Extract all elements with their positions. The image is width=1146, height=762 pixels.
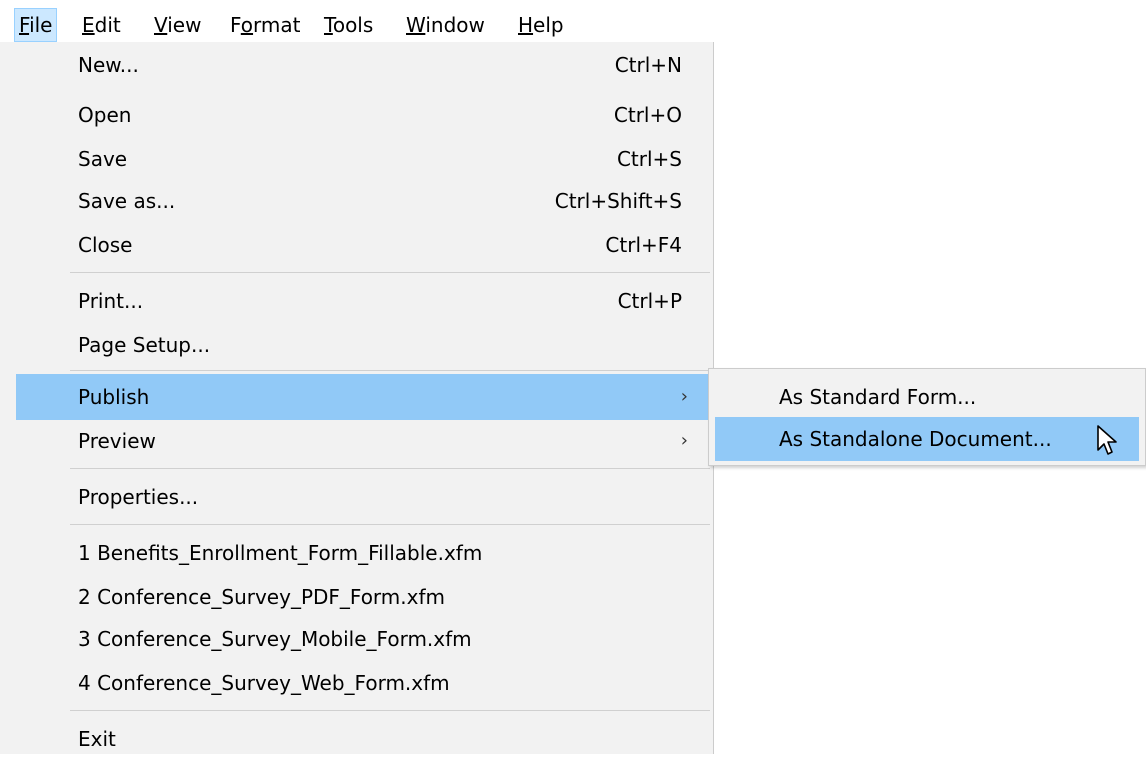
menu-item-label: New... — [78, 53, 139, 77]
menu-item-label: Print... — [78, 289, 144, 313]
menu-item-label: 1 Benefits_Enrollment_Form_Fillable.xfm — [78, 541, 483, 565]
menu-separator — [70, 524, 710, 525]
menu-item-label: Publish — [78, 385, 150, 409]
menu-item-shortcut: Ctrl+Shift+S — [554, 189, 682, 213]
submenu-item-standard-form[interactable]: As Standard Form... — [715, 375, 1139, 419]
menu-item-label: Properties... — [78, 485, 199, 509]
menu-item-print[interactable]: Print... Ctrl+P — [16, 278, 710, 324]
menu-item-label: 2 Conference_Survey_PDF_Form.xfm — [78, 585, 446, 609]
chevron-right-icon: › — [680, 430, 688, 451]
menu-item-open[interactable]: Open Ctrl+O — [16, 92, 710, 138]
recent-file-3[interactable]: 3 Conference_Survey_Mobile_Form.xfm — [16, 616, 710, 662]
menu-item-shortcut: Ctrl+F4 — [605, 233, 682, 257]
chevron-right-icon: › — [680, 386, 688, 407]
menu-item-preview[interactable]: Preview › — [16, 418, 710, 464]
menu-separator — [70, 370, 710, 371]
menu-item-label: Save as... — [78, 189, 176, 213]
mouse-pointer-icon — [1097, 425, 1117, 455]
menu-item-shortcut: Ctrl+N — [614, 53, 682, 77]
menu-item-label: As Standard Form... — [779, 385, 977, 409]
menu-item-save[interactable]: Save Ctrl+S — [16, 136, 710, 182]
menu-file[interactable]: File — [14, 8, 58, 42]
menu-item-label: Exit — [78, 727, 116, 751]
menu-item-label: Open — [78, 103, 132, 127]
menu-item-label: As Standalone Document... — [779, 427, 1052, 451]
menu-item-label: Page Setup... — [78, 333, 211, 357]
menu-view[interactable]: View — [150, 8, 205, 42]
menu-item-label: Close — [78, 233, 133, 257]
menu-item-new[interactable]: New... Ctrl+N — [16, 42, 710, 88]
menu-item-close[interactable]: Close Ctrl+F4 — [16, 222, 710, 268]
menu-item-page-setup[interactable]: Page Setup... — [16, 322, 710, 368]
menu-format[interactable]: Format — [226, 8, 305, 42]
menu-item-exit[interactable]: Exit — [16, 716, 710, 762]
recent-file-1[interactable]: 1 Benefits_Enrollment_Form_Fillable.xfm — [16, 530, 710, 576]
submenu-item-standalone-document[interactable]: As Standalone Document... — [715, 417, 1139, 461]
menu-item-shortcut: Ctrl+O — [613, 103, 682, 127]
menu-item-shortcut: Ctrl+P — [617, 289, 682, 313]
menu-item-label: 4 Conference_Survey_Web_Form.xfm — [78, 671, 450, 695]
recent-file-2[interactable]: 2 Conference_Survey_PDF_Form.xfm — [16, 574, 710, 620]
menu-tools[interactable]: Tools — [320, 8, 377, 42]
menu-separator — [70, 272, 710, 273]
file-menu-dropdown: New... Ctrl+N Open Ctrl+O Save Ctrl+S Sa… — [0, 42, 714, 754]
publish-submenu: As Standard Form... As Standalone Docume… — [708, 368, 1146, 466]
menu-help[interactable]: Help — [514, 8, 568, 42]
menu-item-publish[interactable]: Publish › — [16, 374, 710, 420]
menu-item-properties[interactable]: Properties... — [16, 474, 710, 520]
menu-item-label: Save — [78, 147, 128, 171]
menu-separator — [70, 468, 710, 469]
menu-item-save-as[interactable]: Save as... Ctrl+Shift+S — [16, 178, 710, 224]
menu-item-shortcut: Ctrl+S — [616, 147, 682, 171]
menu-window[interactable]: Window — [402, 8, 489, 42]
menu-edit[interactable]: Edit — [78, 8, 125, 42]
recent-file-4[interactable]: 4 Conference_Survey_Web_Form.xfm — [16, 660, 710, 706]
menu-separator — [70, 710, 710, 711]
menu-item-label: Preview — [78, 429, 156, 453]
menu-item-label: 3 Conference_Survey_Mobile_Form.xfm — [78, 627, 472, 651]
menu-bar: File Edit View Format Tools Window Help — [0, 0, 1146, 44]
